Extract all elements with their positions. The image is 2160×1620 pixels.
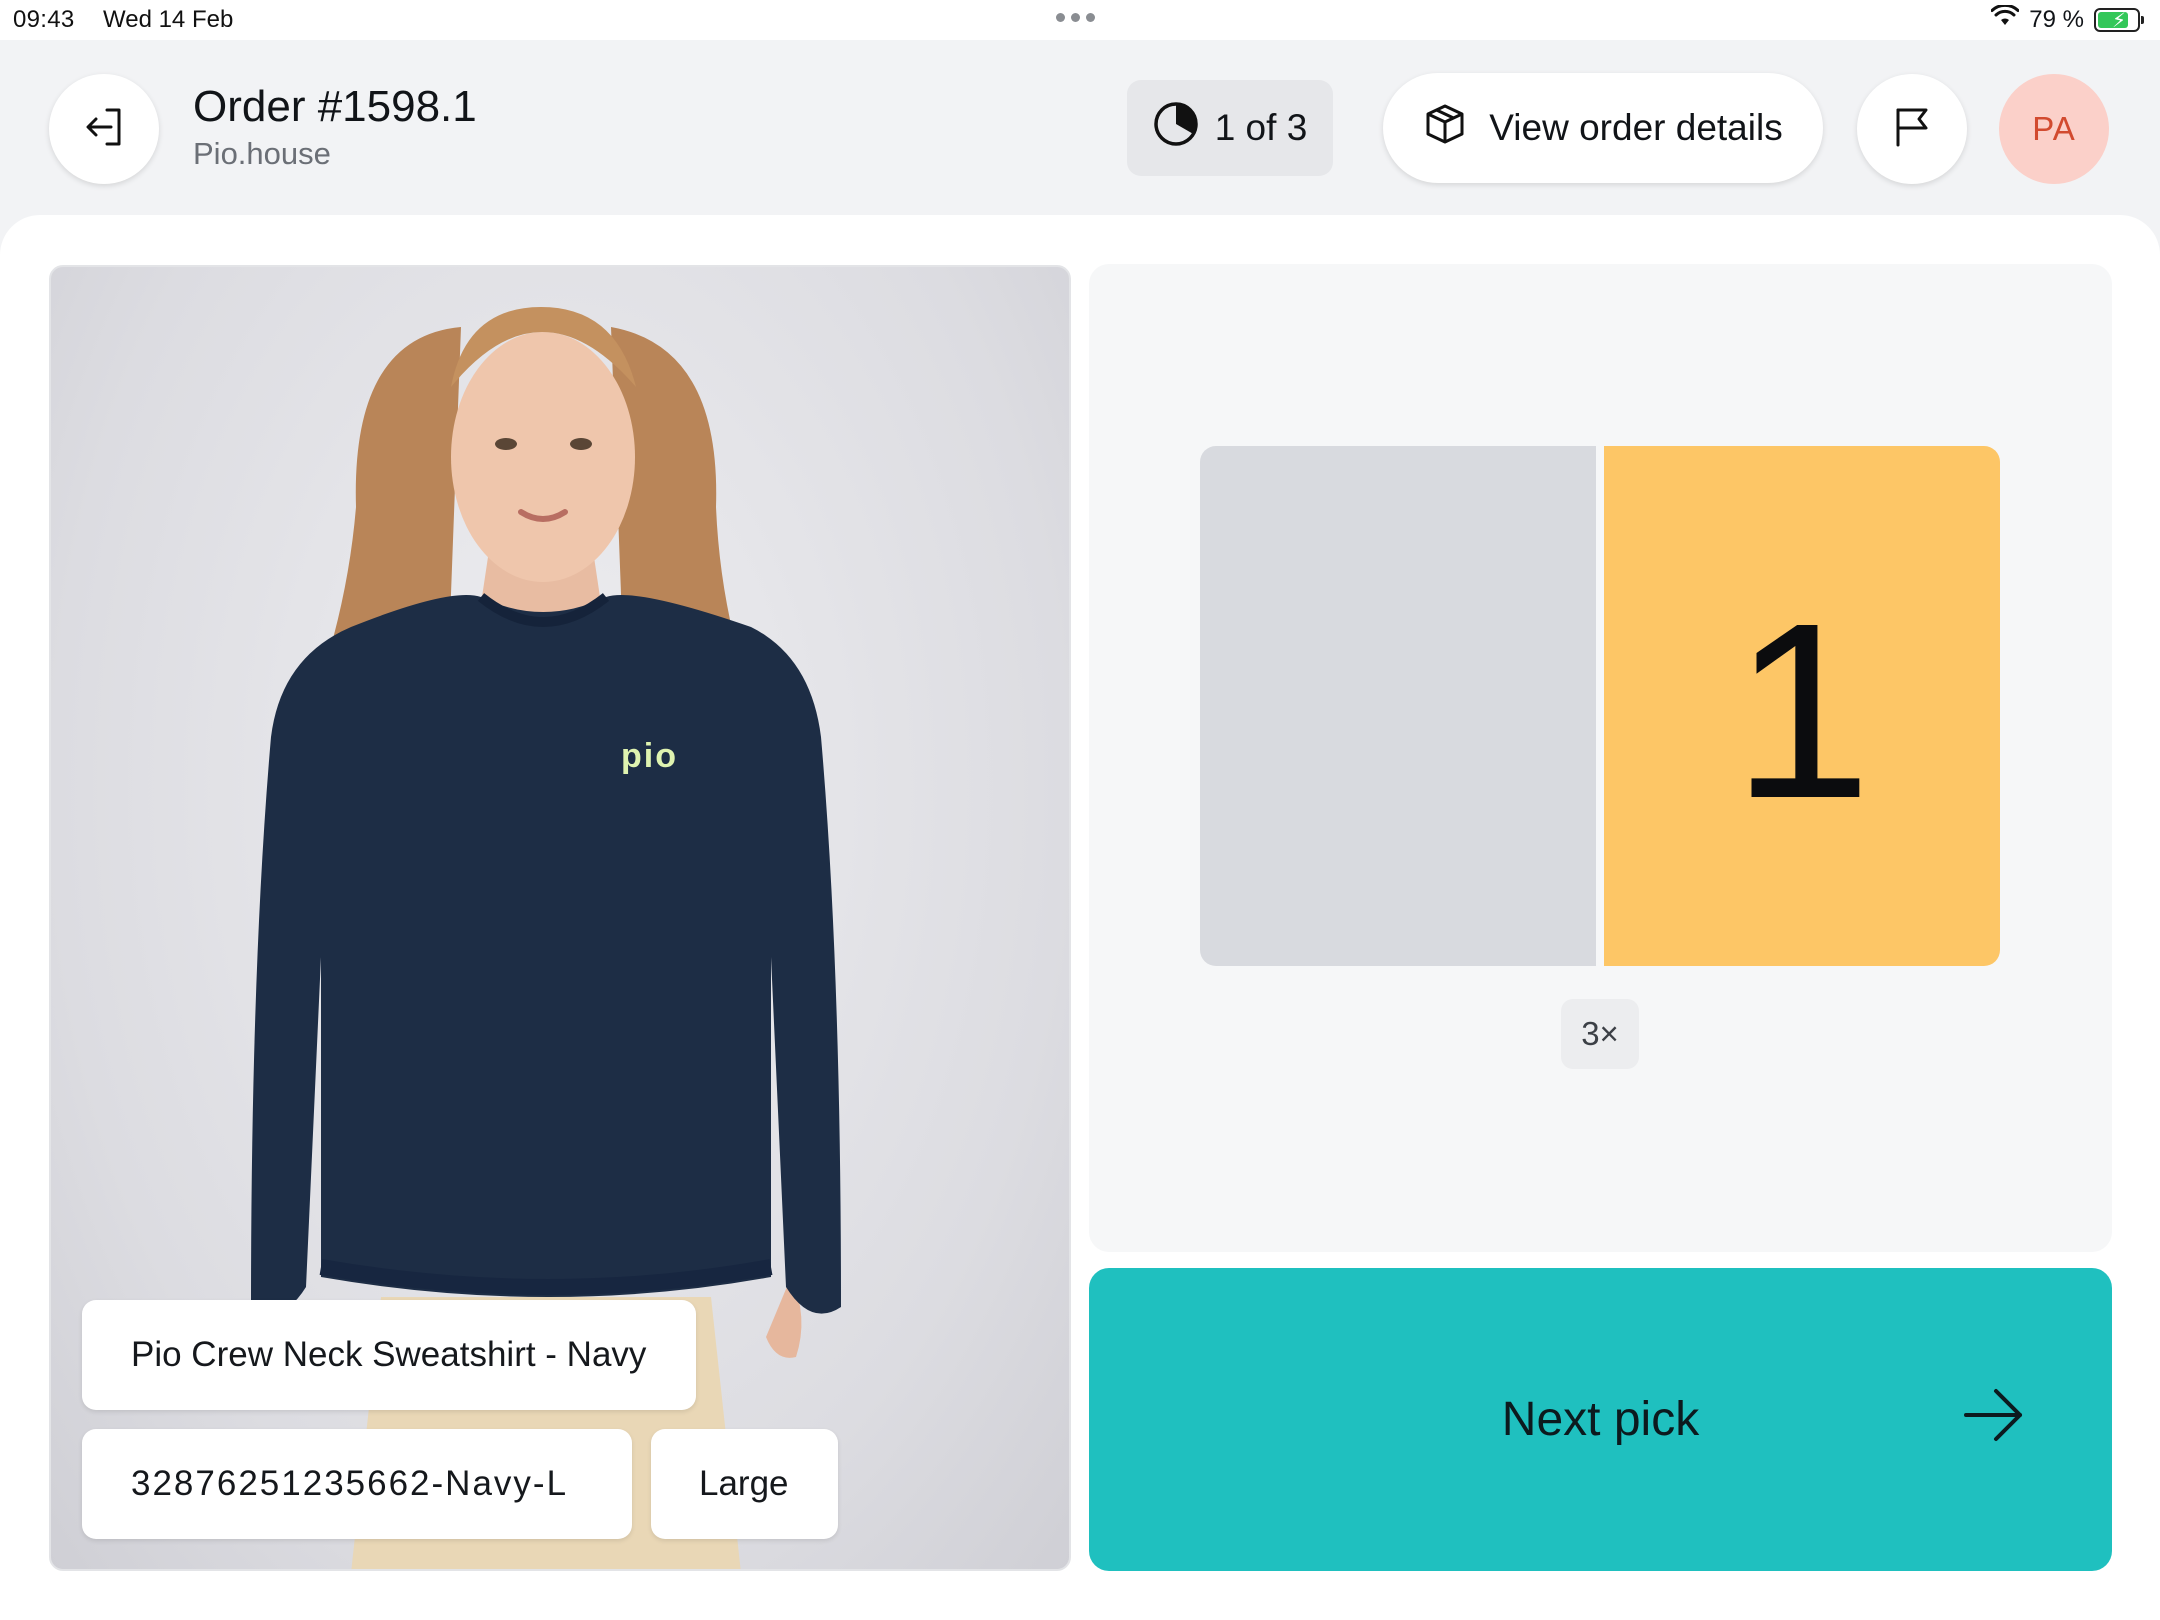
status-indicators: 79 % ⚡ — [1990, 3, 2144, 34]
product-name-tag: Pio Crew Neck Sweatshirt - Navy — [82, 1300, 696, 1410]
view-order-details-button[interactable]: View order details — [1383, 73, 1823, 183]
status-bar: 09:43 Wed 14 Feb 79 % ⚡ — [0, 0, 2160, 40]
status-date: Wed 14 Feb — [103, 6, 234, 33]
wifi-icon — [1990, 3, 2020, 34]
pie-progress-icon — [1153, 101, 1199, 156]
exit-order-button[interactable] — [49, 74, 159, 184]
user-avatar[interactable]: PA — [1999, 74, 2109, 184]
flag-issue-button[interactable] — [1857, 74, 1967, 184]
next-pick-button[interactable]: Next pick — [1089, 1268, 2112, 1571]
quantity-badge: 3× — [1561, 999, 1639, 1069]
battery-percent: 79 % — [2029, 5, 2084, 33]
product-logo-text: pio — [621, 737, 678, 775]
product-sku-tag: 32876251235662-Navy-L — [82, 1429, 632, 1539]
pick-progress: 1 of 3 — [1127, 80, 1333, 176]
package-box-icon — [1423, 102, 1467, 155]
status-time: 09:43 — [13, 6, 75, 33]
battery-icon: ⚡ — [2094, 7, 2144, 32]
pick-progress-label: 1 of 3 — [1214, 107, 1308, 148]
multitasking-dots-icon[interactable] — [1056, 13, 1095, 22]
bin-slot-inactive — [1200, 446, 1596, 966]
view-order-details-label: View order details — [1489, 107, 1783, 148]
bin-number: 1 — [1732, 571, 1872, 850]
arrow-right-icon — [1962, 1383, 2026, 1452]
bin-slot-active: 1 — [1604, 446, 2000, 966]
page-title: Order #1598.1 — [193, 82, 477, 131]
flag-icon — [1891, 105, 1933, 154]
next-pick-label: Next pick — [1501, 1393, 1700, 1446]
store-name: Pio.house — [193, 136, 331, 171]
logout-arrow-icon — [81, 104, 127, 155]
product-size-tag: Large — [651, 1429, 838, 1539]
